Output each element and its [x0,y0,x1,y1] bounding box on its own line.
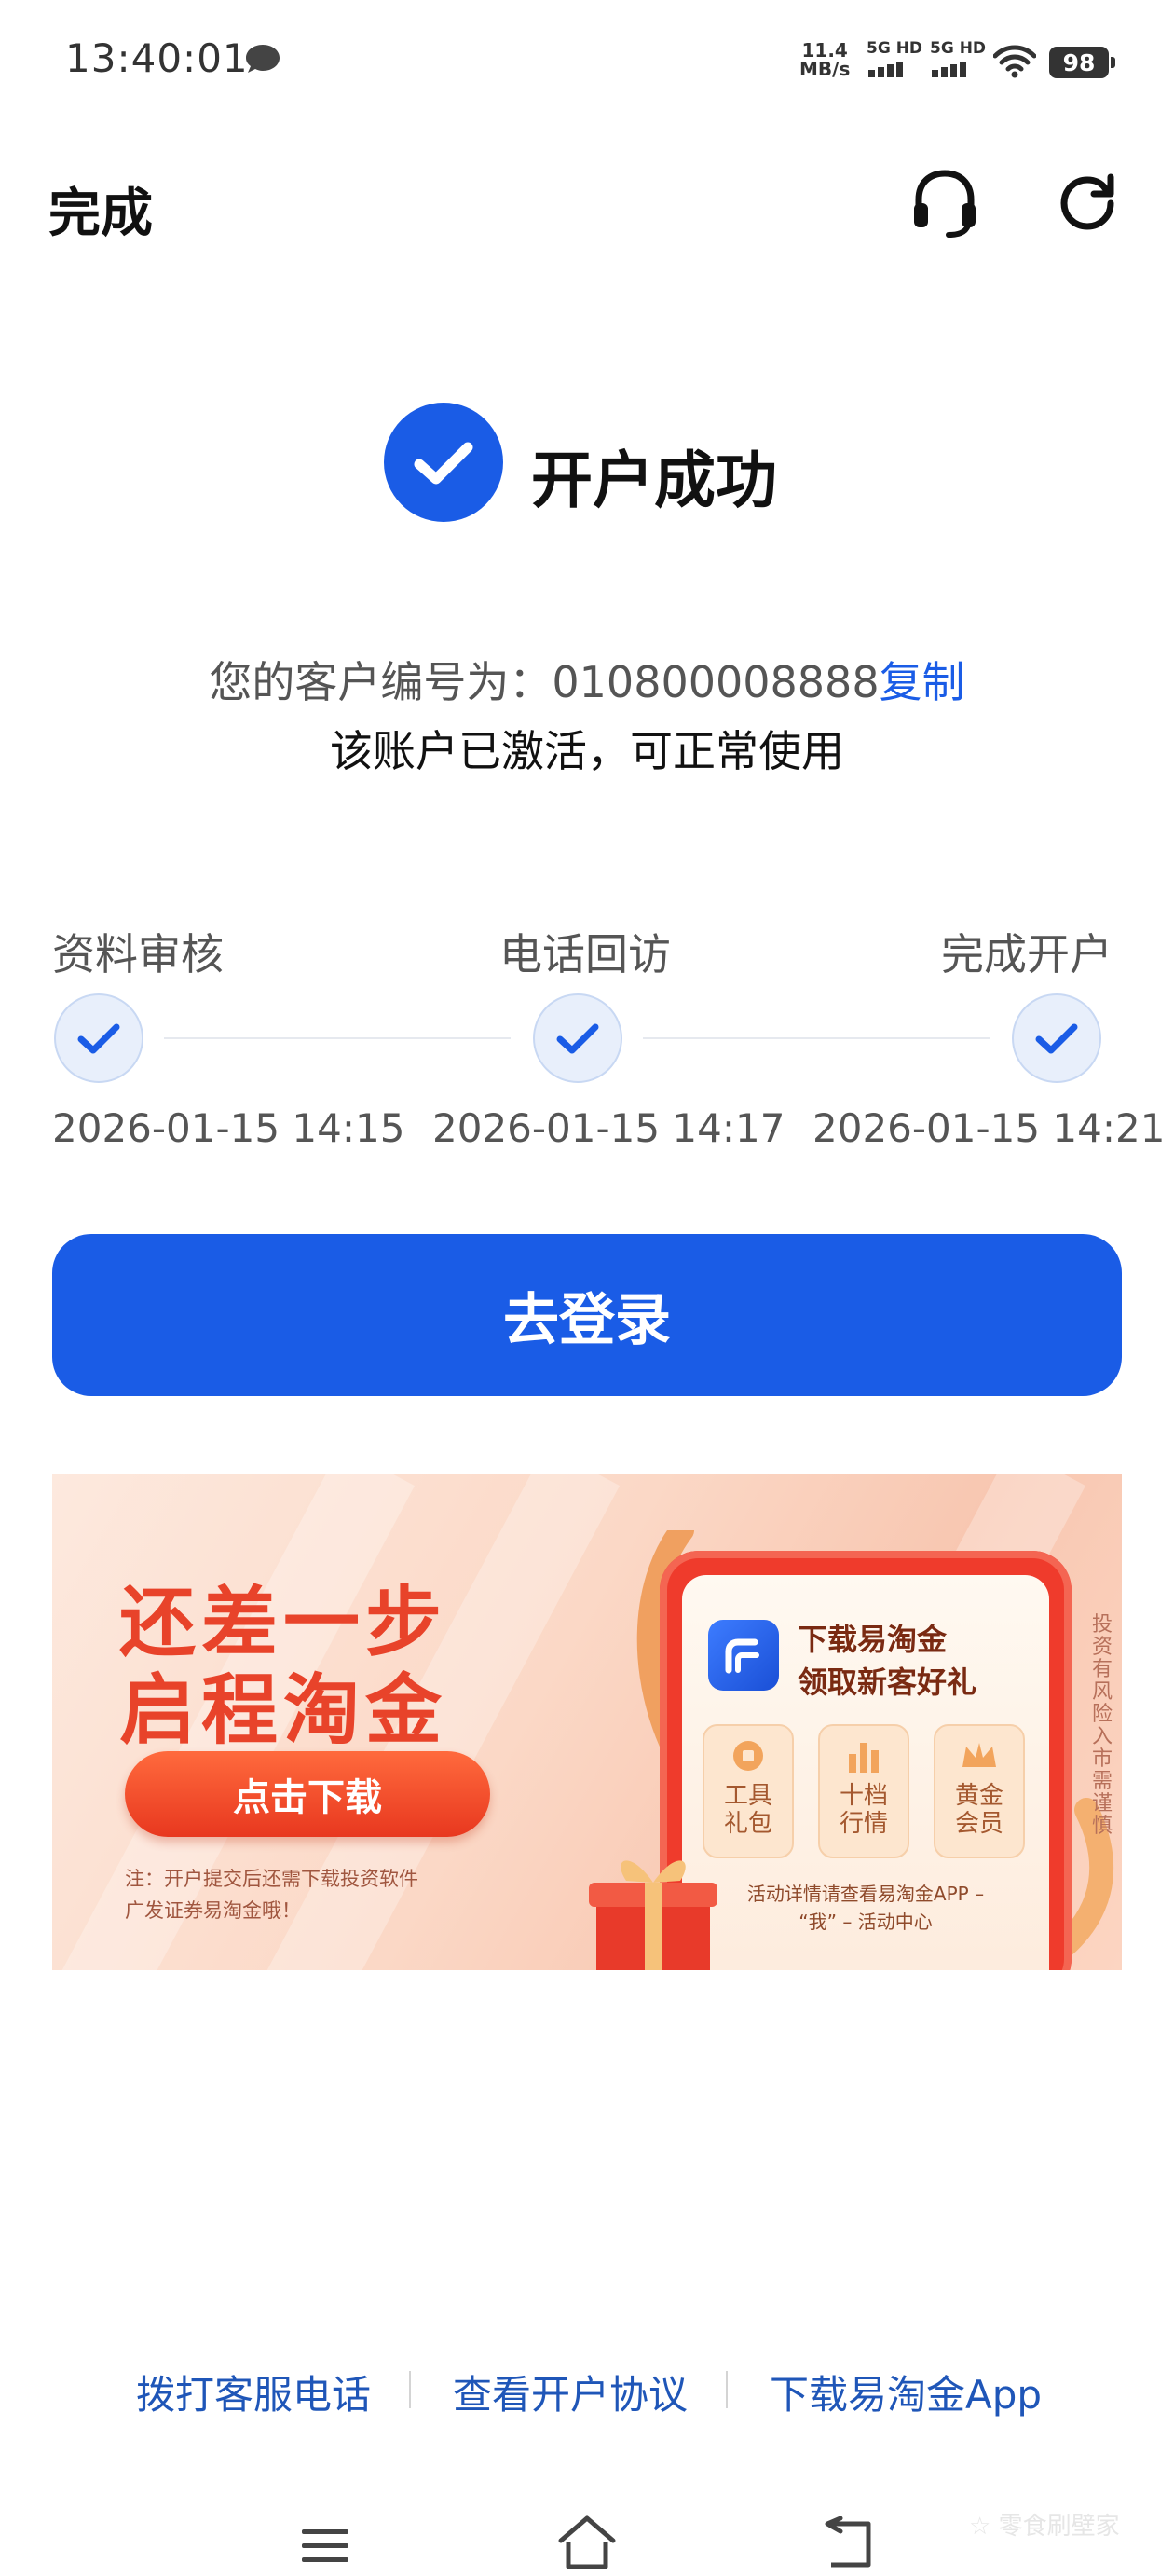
net-speed-unit: MB/s [799,58,851,80]
activated-text: 该账户已激活，可正常使用 [330,726,844,776]
crown-icon [962,1743,996,1767]
download-banner[interactable]: 还差一步 启程淘金 点击下载 注：开户提交后还需下载投资软件 广发证券易淘金哦！… [52,1474,1122,1970]
bar-chart-icon [849,1743,879,1773]
perk-quotes: 十档 行情 [818,1724,909,1858]
card-footnote-line2: “我” – 活动中心 [799,1911,933,1933]
checkmark-icon [414,442,473,485]
perk-vip-line1: 黄金 [954,1782,1003,1810]
signal-2: 5G HD [926,39,986,78]
banner-download-button[interactable]: 点击下载 [125,1751,490,1837]
battery-indicator: 98 [1049,47,1115,78]
step-label-complete: 完成开户 [941,929,1113,980]
footer-divider [409,2371,411,2408]
yitaojin-app-icon [708,1620,779,1691]
download-app-link[interactable]: 下载易淘金App [770,2364,1042,2420]
perk-quotes-line1: 十档 [839,1782,888,1810]
perk-tools-line1: 工具 [723,1782,772,1810]
banner-note-line2: 广发证券易淘金哦！ [125,1899,301,1922]
step-label-review: 资料审核 [52,929,224,980]
signal-bars-icon [868,62,903,77]
perk-vip-line2: 会员 [954,1810,1003,1838]
footer-divider [726,2371,728,2408]
card-title-line2: 领取新客好礼 [798,1665,977,1700]
risk-warning: 投资有风险 入市需谨慎 [1091,1613,1113,1838]
call-service-link[interactable]: 拨打客服电话 [136,2364,371,2420]
view-agreement-link[interactable]: 查看开户协议 [453,2364,688,2420]
success-title: 开户成功 [531,445,777,516]
step-connector [164,1037,511,1039]
step-check-icon [1012,993,1101,1083]
copy-button[interactable]: 复制 [880,657,965,707]
step-check-icon [54,993,143,1083]
banner-title-line2: 启程淘金 [119,1666,448,1755]
headset-icon[interactable] [909,166,980,240]
net-speed-value: 11.4 [801,39,848,62]
menu-icon[interactable] [300,2526,350,2567]
message-bubble-icon [246,45,280,73]
refresh-icon[interactable] [1053,168,1124,239]
done-button[interactable]: 完成 [48,171,153,247]
step-connector [643,1037,990,1039]
net-speed: 11.4 MB/s [799,41,850,78]
step-check-icon [533,993,622,1083]
perk-tools: 工具 礼包 [703,1724,794,1858]
signal-bars-icon [932,62,966,77]
signal-1-label: 5G HD [867,39,923,58]
customer-number: 010800008888 [552,657,880,707]
step-date-callback: 2026-01-15 14:17 [432,1105,785,1151]
watermark: ☆ 零食刷壁家 [969,2513,1120,2541]
signal-2-label: 5G HD [930,39,987,58]
gift-coin-icon [733,1741,763,1771]
status-time: 13:40:01 [65,35,249,81]
customer-number-line: 您的客户编号为：010800008888复制 [0,649,1174,710]
customer-number-prefix: 您的客户编号为： [209,657,553,707]
step-label-callback: 电话回访 [499,929,671,980]
perk-quotes-line2: 行情 [839,1810,888,1838]
signal-1: 5G HD [863,39,922,78]
home-icon[interactable] [555,2514,619,2570]
success-check-icon [384,403,503,522]
perk-vip: 黄金 会员 [934,1724,1025,1858]
card-footnote-line1: 活动详情请查看易淘金APP – [746,1883,985,1905]
perk-tools-line2: 礼包 [723,1810,772,1838]
login-button[interactable]: 去登录 [52,1234,1122,1396]
gift-box-icon [589,1860,717,1970]
back-icon[interactable] [820,2516,874,2570]
step-date-review: 2026-01-15 14:15 [52,1105,405,1151]
banner-note-line1: 注：开户提交后还需下载投资软件 [125,1868,418,1890]
wifi-icon [993,45,1036,78]
card-title-line1: 下载易淘金 [798,1622,948,1657]
step-date-complete: 2026-01-15 14:21 [812,1105,1166,1151]
